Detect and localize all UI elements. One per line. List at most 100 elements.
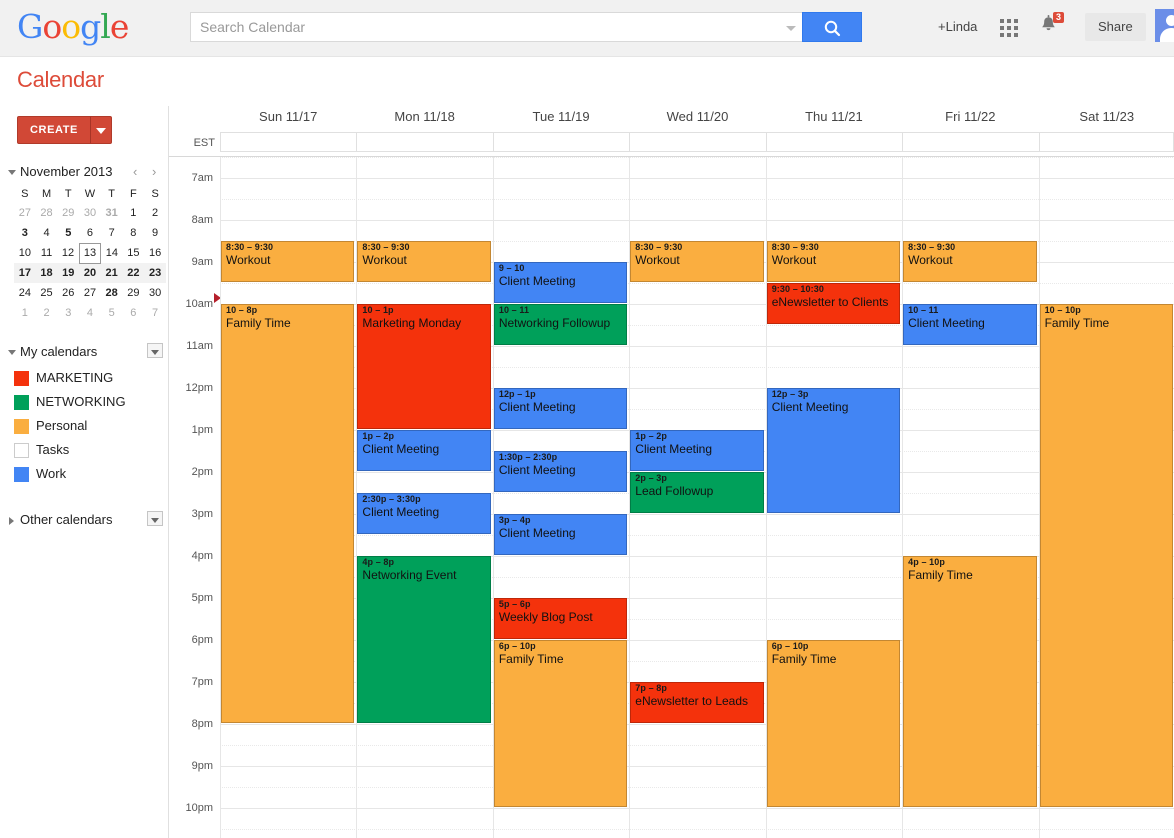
mini-cal-day[interactable]: 31 bbox=[101, 203, 123, 223]
other-calendars-options-button[interactable] bbox=[147, 511, 163, 526]
mini-cal-day[interactable]: 6 bbox=[123, 303, 145, 323]
mini-cal-day[interactable]: 3 bbox=[14, 223, 36, 243]
google-logo[interactable]: Google bbox=[17, 7, 129, 47]
mini-cal-day[interactable]: 18 bbox=[35, 263, 58, 283]
mini-cal-day[interactable]: 27 bbox=[79, 283, 101, 303]
mini-cal-day[interactable]: 25 bbox=[36, 283, 58, 303]
mini-cal-day[interactable]: 30 bbox=[79, 203, 101, 223]
calendar-event[interactable]: 10 – 10p Family Time bbox=[1039, 304, 1173, 807]
calendar-item-tasks[interactable]: Tasks bbox=[14, 440, 164, 464]
mini-cal-day[interactable]: 28 bbox=[101, 283, 123, 303]
search-button[interactable] bbox=[802, 12, 862, 42]
calendar-event[interactable]: 2:30p – 3:30p Client Meeting bbox=[357, 493, 491, 534]
mini-cal-day[interactable]: 12 bbox=[57, 243, 79, 263]
mini-cal-day[interactable]: 22 bbox=[122, 263, 145, 283]
calendar-event[interactable]: 4p – 10p Family Time bbox=[903, 556, 1037, 807]
mini-cal-day[interactable]: 3 bbox=[57, 303, 79, 323]
mini-cal-day[interactable]: 5 bbox=[57, 223, 79, 243]
mini-cal-day[interactable]: 6 bbox=[79, 223, 101, 243]
calendar-event[interactable]: 8:30 – 9:30 Workout bbox=[903, 241, 1037, 282]
mini-cal-day[interactable]: 11 bbox=[36, 243, 58, 263]
calendar-event[interactable]: 8:30 – 9:30 Workout bbox=[766, 241, 901, 282]
calendar-event[interactable]: 12p – 3p Client Meeting bbox=[766, 388, 901, 513]
day-header-5[interactable]: Fri 11/22 bbox=[902, 109, 1038, 124]
calendar-color-swatch[interactable] bbox=[14, 395, 29, 410]
mini-calendar-next-icon[interactable]: › bbox=[152, 164, 156, 179]
create-dropdown-button[interactable] bbox=[90, 116, 112, 144]
mini-cal-day[interactable]: 7 bbox=[144, 303, 166, 323]
mini-cal-day[interactable]: 21 bbox=[100, 263, 123, 283]
collapse-mini-calendar-icon[interactable] bbox=[8, 170, 16, 175]
mini-cal-day[interactable]: 2 bbox=[36, 303, 58, 323]
mini-cal-day[interactable]: 19 bbox=[57, 263, 80, 283]
mini-cal-day[interactable]: 1 bbox=[14, 303, 36, 323]
calendar-event[interactable]: 8:30 – 9:30 Workout bbox=[357, 241, 491, 282]
calendar-event[interactable]: 8:30 – 9:30 Workout bbox=[221, 241, 355, 282]
mini-cal-day[interactable]: 24 bbox=[14, 283, 36, 303]
mini-cal-day[interactable]: 7 bbox=[101, 223, 123, 243]
calendar-event[interactable]: 1:30p – 2:30p Client Meeting bbox=[493, 451, 628, 492]
mini-cal-day[interactable]: 4 bbox=[36, 223, 58, 243]
calendar-color-swatch[interactable] bbox=[14, 371, 29, 386]
day-header-0[interactable]: Sun 11/17 bbox=[220, 109, 356, 124]
mini-calendar-prev-icon[interactable]: ‹ bbox=[133, 164, 137, 179]
calendar-color-swatch[interactable] bbox=[14, 467, 29, 482]
mini-cal-day[interactable]: 16 bbox=[144, 243, 166, 263]
mini-cal-day[interactable]: 15 bbox=[123, 243, 145, 263]
calendar-item-work[interactable]: Work bbox=[14, 464, 164, 488]
expand-other-calendars-icon[interactable] bbox=[9, 517, 14, 525]
calendar-event[interactable]: 6p – 10p Family Time bbox=[493, 640, 628, 807]
mini-cal-day[interactable]: 29 bbox=[57, 203, 79, 223]
mini-cal-day[interactable]: 1 bbox=[123, 203, 145, 223]
calendar-event[interactable]: 9 – 10 Client Meeting bbox=[493, 262, 628, 303]
notifications-bell[interactable]: 3 bbox=[1040, 12, 1070, 41]
mini-cal-day[interactable]: 4 bbox=[79, 303, 101, 323]
plus-user-link[interactable]: +Linda bbox=[938, 19, 977, 34]
day-header-3[interactable]: Wed 11/20 bbox=[629, 109, 765, 124]
mini-cal-day[interactable]: 26 bbox=[57, 283, 79, 303]
day-header-4[interactable]: Thu 11/21 bbox=[766, 109, 902, 124]
collapse-my-calendars-icon[interactable] bbox=[8, 350, 16, 355]
mini-cal-day[interactable]: 2 bbox=[144, 203, 166, 223]
calendar-event[interactable]: 5p – 6p Weekly Blog Post bbox=[493, 598, 628, 639]
all-day-row[interactable] bbox=[220, 132, 1174, 152]
calendar-event[interactable]: 3p – 4p Client Meeting bbox=[493, 514, 628, 555]
day-header-1[interactable]: Mon 11/18 bbox=[356, 109, 492, 124]
mini-cal-day[interactable]: 14 bbox=[101, 243, 123, 263]
mini-cal-day[interactable]: 17 bbox=[14, 263, 36, 283]
calendar-color-swatch[interactable] bbox=[14, 443, 29, 458]
calendar-event[interactable]: 7p – 8p eNewsletter to Leads bbox=[630, 682, 764, 723]
calendar-event[interactable]: 10 – 11 Networking Followup bbox=[493, 304, 628, 345]
share-button[interactable]: Share bbox=[1085, 13, 1146, 41]
search-options-dropdown[interactable] bbox=[780, 12, 802, 42]
calendar-event[interactable]: 8:30 – 9:30 Workout bbox=[630, 241, 764, 282]
calendar-item-marketing[interactable]: MARKETING bbox=[14, 368, 164, 392]
day-header-2[interactable]: Tue 11/19 bbox=[493, 109, 629, 124]
calendar-item-networking[interactable]: NETWORKING bbox=[14, 392, 164, 416]
calendar-event[interactable]: 1p – 2p Client Meeting bbox=[357, 430, 491, 471]
calendar-event[interactable]: 2p – 3p Lead Followup bbox=[630, 472, 764, 513]
mini-cal-day[interactable]: 29 bbox=[123, 283, 145, 303]
calendar-item-personal[interactable]: Personal bbox=[14, 416, 164, 440]
mini-cal-day[interactable]: 9 bbox=[144, 223, 166, 243]
calendar-event[interactable]: 10 – 1p Marketing Monday bbox=[357, 304, 491, 429]
calendar-event[interactable]: 12p – 1p Client Meeting bbox=[493, 388, 628, 429]
create-button[interactable]: CREATE bbox=[17, 116, 91, 144]
mini-cal-day[interactable]: 10 bbox=[14, 243, 36, 263]
search-input[interactable] bbox=[190, 12, 780, 42]
calendar-color-swatch[interactable] bbox=[14, 419, 29, 434]
apps-grid-icon[interactable] bbox=[1000, 19, 1018, 37]
calendar-event[interactable]: 1p – 2p Client Meeting bbox=[630, 430, 764, 471]
mini-cal-day[interactable]: 20 bbox=[79, 263, 101, 283]
avatar[interactable] bbox=[1155, 9, 1174, 42]
calendar-event[interactable]: 9:30 – 10:30 eNewsletter to Clients bbox=[766, 283, 901, 324]
calendar-event[interactable]: 6p – 10p Family Time bbox=[766, 640, 901, 807]
my-calendars-options-button[interactable] bbox=[147, 343, 163, 358]
calendar-event[interactable]: 10 – 11 Client Meeting bbox=[903, 304, 1037, 345]
mini-cal-day[interactable]: 13 bbox=[78, 242, 102, 264]
mini-cal-day[interactable]: 8 bbox=[123, 223, 145, 243]
mini-cal-day[interactable]: 23 bbox=[144, 263, 166, 283]
mini-cal-day[interactable]: 30 bbox=[144, 283, 166, 303]
calendar-event[interactable]: 4p – 8p Networking Event bbox=[357, 556, 491, 723]
day-header-6[interactable]: Sat 11/23 bbox=[1039, 109, 1174, 124]
